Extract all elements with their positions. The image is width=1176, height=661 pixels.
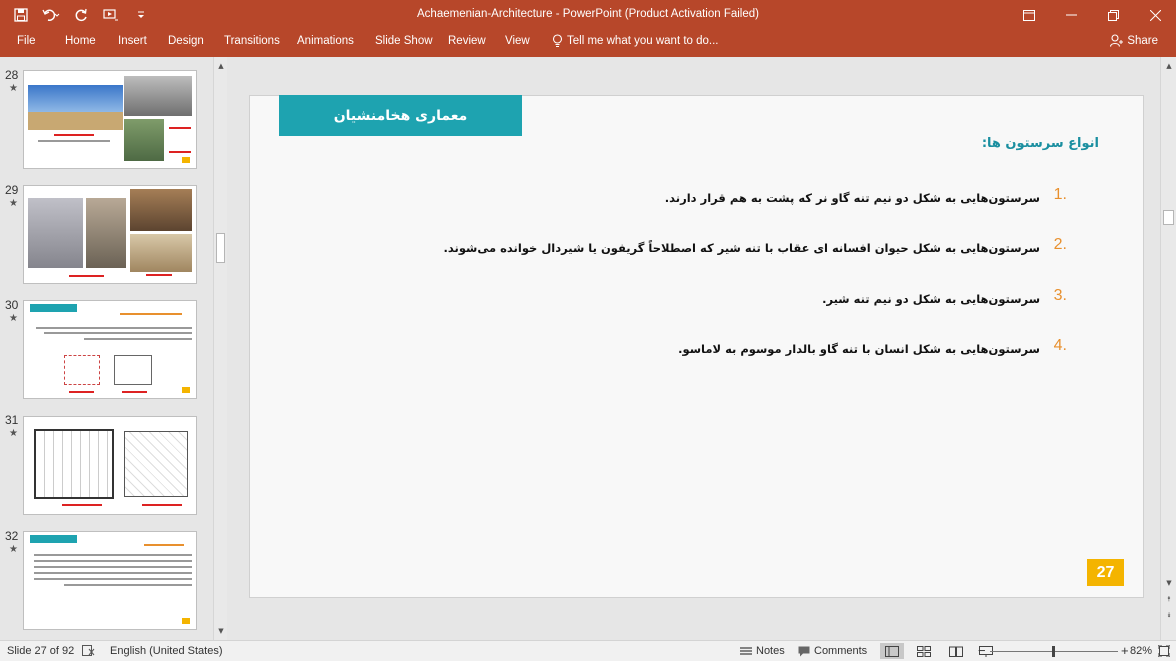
thumbnail-number: 29 bbox=[5, 183, 19, 197]
list-item-number: 4. bbox=[1053, 337, 1067, 354]
user-icon bbox=[1110, 34, 1124, 47]
list-item: سرستون‌هایی به شکل دو نیم تنه گاو نر که … bbox=[664, 191, 1040, 205]
tab-slide-show[interactable]: Slide Show bbox=[375, 35, 433, 47]
animation-star-icon: ★ bbox=[9, 544, 18, 555]
thumbnail-number: 32 bbox=[5, 529, 19, 543]
scroll-up-arrow-icon[interactable]: ▲ bbox=[1162, 59, 1176, 73]
thumbnail-image bbox=[28, 85, 123, 130]
slide-thumbnail-32[interactable] bbox=[23, 531, 197, 630]
tab-home[interactable]: Home bbox=[65, 35, 96, 47]
tab-transitions[interactable]: Transitions bbox=[224, 35, 280, 47]
scroll-down-arrow-icon[interactable]: ▼ bbox=[1162, 576, 1176, 590]
thumbnail-plan bbox=[114, 355, 152, 385]
next-slide-icon[interactable]: ⯯ bbox=[1162, 608, 1176, 622]
thumbnail-header bbox=[30, 535, 77, 543]
scrollbar-thumb[interactable] bbox=[216, 233, 225, 263]
ribbon-tabs: File Home Insert Design Transitions Anim… bbox=[0, 30, 1176, 57]
scroll-up-arrow-icon[interactable]: ▲ bbox=[214, 59, 228, 73]
slide-subtitle: انواع سرستون ها: bbox=[981, 136, 1099, 151]
comments-icon bbox=[798, 646, 810, 656]
tab-design[interactable]: Design bbox=[168, 35, 204, 47]
share-label: Share bbox=[1127, 34, 1158, 47]
list-item: سرستون‌هایی به شکل دو نیم تنه شیر. bbox=[822, 292, 1040, 306]
window-controls bbox=[1008, 0, 1176, 30]
thumbnail-header bbox=[30, 304, 77, 312]
thumbnail-image bbox=[86, 198, 126, 268]
list-item-number: 3. bbox=[1053, 287, 1067, 304]
scroll-down-arrow-icon[interactable]: ▼ bbox=[214, 624, 228, 638]
zoom-level[interactable]: 82% bbox=[1130, 645, 1152, 657]
close-icon[interactable] bbox=[1134, 0, 1176, 30]
notes-button[interactable]: Notes bbox=[740, 645, 785, 657]
slide-vertical-scrollbar[interactable]: ▲ ▼ ⯭ ⯯ bbox=[1160, 57, 1176, 640]
notes-icon bbox=[740, 647, 752, 655]
animation-star-icon: ★ bbox=[9, 313, 18, 324]
list-item-number: 1. bbox=[1053, 186, 1067, 203]
comments-button[interactable]: Comments bbox=[798, 645, 867, 657]
thumbnail-page-badge bbox=[182, 387, 190, 393]
fit-to-window-icon[interactable] bbox=[1158, 645, 1170, 657]
tell-me-box[interactable]: Tell me what you want to do... bbox=[552, 34, 719, 48]
previous-slide-icon[interactable]: ⯭ bbox=[1162, 592, 1176, 606]
thumbnail-image bbox=[130, 189, 192, 231]
thumbnail-number: 28 bbox=[5, 68, 19, 82]
animation-star-icon: ★ bbox=[9, 198, 18, 209]
slide-thumbnail-31[interactable] bbox=[23, 416, 197, 515]
tab-view[interactable]: View bbox=[505, 35, 530, 47]
reading-view-icon[interactable] bbox=[944, 643, 968, 659]
share-button[interactable]: Share bbox=[1110, 34, 1158, 47]
list-item: سرستون‌هایی به شکل حیوان افسانه ای عقاب … bbox=[443, 241, 1040, 255]
thumbnail-page-badge bbox=[182, 618, 190, 624]
scrollbar-thumb[interactable] bbox=[1163, 210, 1174, 225]
list-item: سرستون‌هایی به شکل انسان با تنه گاو بالد… bbox=[678, 342, 1040, 356]
normal-view-icon[interactable] bbox=[880, 643, 904, 659]
minimize-icon[interactable] bbox=[1050, 0, 1092, 30]
slide-thumbnail-28[interactable] bbox=[23, 70, 197, 169]
thumbnail-number: 30 bbox=[5, 298, 19, 312]
restore-icon[interactable] bbox=[1092, 0, 1134, 30]
tab-insert[interactable]: Insert bbox=[118, 35, 147, 47]
thumbnail-plan bbox=[124, 431, 188, 497]
zoom-slider-thumb[interactable] bbox=[1052, 646, 1055, 657]
tab-animations[interactable]: Animations bbox=[297, 35, 354, 47]
window-title: Achaemenian-Architecture - PowerPoint (P… bbox=[417, 8, 759, 20]
thumbnail-plan bbox=[34, 429, 114, 499]
comments-label: Comments bbox=[814, 645, 868, 657]
zoom-out-icon[interactable]: − bbox=[978, 643, 986, 658]
page-number-badge: 27 bbox=[1087, 559, 1124, 586]
zoom-in-icon[interactable]: + bbox=[1121, 643, 1129, 658]
list-item-number: 2. bbox=[1053, 236, 1067, 253]
slide-thumbnail-30[interactable] bbox=[23, 300, 197, 399]
thumbnail-image bbox=[124, 76, 192, 116]
spell-check-icon[interactable] bbox=[82, 645, 95, 657]
notes-label: Notes bbox=[756, 645, 785, 657]
status-bar: Slide 27 of 92 English (United States) N… bbox=[0, 640, 1176, 661]
thumbnail-scrollbar[interactable]: ▲ ▼ bbox=[213, 57, 227, 640]
thumbnail-image bbox=[28, 198, 83, 268]
slide-header: معماری هخامنشیان bbox=[279, 95, 522, 136]
current-slide[interactable]: معماری هخامنشیان انواع سرستون ها: 1. سرس… bbox=[249, 95, 1144, 598]
thumbnail-plan bbox=[64, 355, 100, 385]
thumbnail-image bbox=[130, 234, 192, 272]
tab-file[interactable]: File bbox=[17, 35, 36, 47]
slide-sorter-icon[interactable] bbox=[912, 643, 936, 659]
title-bar: Achaemenian-Architecture - PowerPoint (P… bbox=[0, 0, 1176, 30]
lightbulb-icon bbox=[552, 34, 563, 47]
slide-count: Slide 27 of 92 bbox=[7, 645, 75, 657]
slide-thumbnail-29[interactable] bbox=[23, 185, 197, 284]
tab-review[interactable]: Review bbox=[448, 35, 486, 47]
animation-star-icon: ★ bbox=[9, 428, 18, 439]
thumbnail-number: 31 bbox=[5, 413, 19, 427]
thumbnail-image bbox=[124, 119, 164, 161]
ribbon-display-options-icon[interactable] bbox=[1008, 0, 1050, 30]
thumbnail-page-badge bbox=[182, 157, 190, 163]
tell-me-text: Tell me what you want to do... bbox=[567, 35, 719, 47]
animation-star-icon: ★ bbox=[9, 83, 18, 94]
language-indicator[interactable]: English (United States) bbox=[110, 645, 223, 657]
